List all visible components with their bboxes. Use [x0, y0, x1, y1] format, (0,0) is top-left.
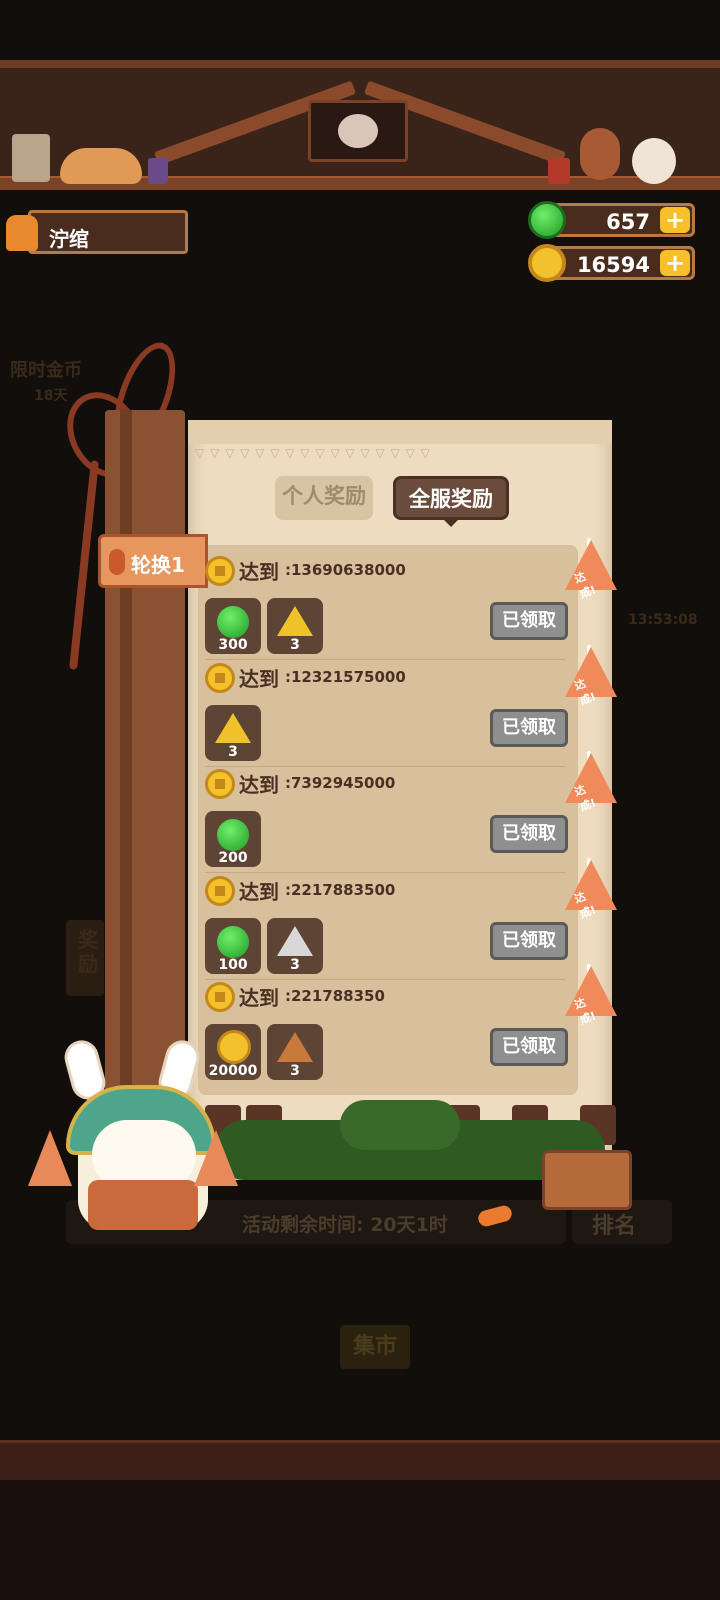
reach-label: 达到	[239, 986, 279, 1010]
reach-target: :12321575000	[285, 668, 406, 686]
reach-target: :2217883500	[285, 881, 396, 899]
gold-coin-icon	[217, 1030, 251, 1064]
reach-label: 达到	[239, 880, 279, 904]
coin-icon	[205, 982, 235, 1012]
green-gem-icon	[217, 606, 249, 638]
rotation-label-text: 轮换1	[131, 553, 185, 577]
tab-personal-rewards[interactable]: 个人奖励	[275, 476, 373, 520]
reward-item[interactable]: 3	[267, 918, 323, 974]
active-tab-pointer	[443, 519, 459, 527]
carrot-crate-icon	[542, 1150, 632, 1210]
scroll-rod-shadow	[120, 410, 132, 1110]
reward-item[interactable]: 3	[267, 1024, 323, 1080]
claimed-button[interactable]: 已领取	[490, 922, 568, 960]
carrot-icon	[109, 549, 125, 575]
coin-count: 16594	[576, 253, 650, 277]
green-gem-icon	[217, 926, 249, 958]
coin-icon	[205, 556, 235, 586]
event-timer: 13:53:08	[628, 612, 698, 628]
silver-fragment-icon	[277, 926, 313, 956]
game-screen: 泞绾 657 + 16594 + 限时金币 18天 13:53:08 奖励 ▽ …	[0, 0, 720, 1600]
add-coins-button[interactable]: +	[660, 250, 690, 276]
reward-qty: 3	[290, 957, 300, 973]
reward-item[interactable]: 3	[205, 705, 261, 761]
coin-counter: 16594 +	[528, 244, 695, 282]
reward-qty: 3	[290, 1063, 300, 1079]
roof-portrait	[308, 100, 408, 162]
floor	[0, 1440, 720, 1480]
reward-qty: 300	[218, 637, 248, 653]
rabbit-flag-right	[194, 1130, 238, 1186]
reward-row: 达到 :12321575000 3 已领取 达成!	[205, 645, 617, 767]
reward-qty: 200	[218, 850, 248, 866]
string-tail	[69, 460, 99, 670]
gold-coin-icon	[528, 244, 566, 282]
gem-counter: 657 +	[528, 201, 695, 239]
sleeping-cat-icon	[60, 148, 142, 184]
reward-item[interactable]: 300	[205, 598, 261, 654]
reach-label: 达到	[239, 773, 279, 797]
gem-count: 657	[606, 210, 650, 234]
reach-label: 达到	[239, 560, 279, 584]
panel-top-border	[188, 420, 612, 444]
reach-target: :7392945000	[285, 774, 396, 792]
bronze-fragment-icon	[277, 1032, 313, 1062]
reward-row: 达到 :13690638000 300 3 已领取 达成!	[205, 538, 617, 660]
rank-button-label: 排名	[592, 1214, 637, 1239]
claimed-button[interactable]: 已领取	[490, 815, 568, 853]
side-tab-label: 奖励	[78, 928, 98, 976]
reward-qty: 3	[290, 637, 300, 653]
scroll-rod	[105, 410, 185, 1110]
rabbit-flag-left	[28, 1130, 72, 1186]
reward-row: 达到 :2217883500 100 3 已领取 达成!	[205, 858, 617, 980]
jar-icon	[12, 134, 50, 182]
coin-icon	[205, 663, 235, 693]
reward-item[interactable]: 200	[205, 811, 261, 867]
green-gem-icon	[528, 201, 566, 239]
limited-days: 18天	[34, 388, 68, 404]
cup-icon	[148, 158, 168, 184]
claimed-button[interactable]: 已领取	[490, 1028, 568, 1066]
green-gem-icon	[217, 819, 249, 851]
roof-band	[0, 60, 720, 68]
rotation-label: 轮换1	[98, 534, 208, 588]
claimed-button[interactable]: 已领取	[490, 709, 568, 747]
bush	[340, 1100, 460, 1150]
coin-icon	[205, 876, 235, 906]
reach-label: 达到	[239, 667, 279, 691]
claimed-button[interactable]: 已领取	[490, 602, 568, 640]
panel-border-pattern: ▽ ▽ ▽ ▽ ▽ ▽ ▽ ▽ ▽ ▽ ▽ ▽ ▽ ▽ ▽ ▽	[195, 446, 431, 460]
reward-qty: 100	[218, 957, 248, 973]
tab-server-rewards[interactable]: 全服奖励	[393, 476, 509, 520]
gold-fragment-icon	[277, 606, 313, 636]
side-tab[interactable]: 奖励	[66, 920, 104, 996]
add-gems-button[interactable]: +	[660, 207, 690, 233]
coin-icon	[205, 769, 235, 799]
reward-row: 达到 :221788350 20000 3 已领取 达成!	[205, 964, 617, 1086]
player-name-badge[interactable]: 泞绾	[28, 210, 188, 254]
red-cup-icon	[548, 158, 570, 184]
limited-coins-label[interactable]: 限时金币	[10, 356, 82, 382]
carrot-avatar-icon[interactable]	[2, 205, 42, 257]
reward-qty: 3	[228, 744, 238, 760]
market-button[interactable]: 集市	[340, 1325, 410, 1369]
rabbit-robe	[88, 1180, 198, 1230]
reward-item[interactable]: 3	[267, 598, 323, 654]
gold-fragment-icon	[215, 713, 251, 743]
character-portrait-icon	[338, 114, 378, 148]
floor-shadow	[0, 1480, 720, 1600]
reward-item[interactable]: 100	[205, 918, 261, 974]
white-cat-icon	[632, 138, 676, 184]
reward-qty: 20000	[208, 1063, 258, 1079]
reward-row: 达到 :7392945000 200 已领取 达成!	[205, 751, 617, 873]
villager-character-icon	[580, 128, 620, 180]
event-time-remaining: 活动剩余时间: 20天1时	[242, 1214, 448, 1236]
reward-item[interactable]: 20000	[205, 1024, 261, 1080]
reach-target: :13690638000	[285, 561, 406, 579]
player-name: 泞绾	[49, 227, 89, 251]
reach-target: :221788350	[285, 987, 385, 1005]
